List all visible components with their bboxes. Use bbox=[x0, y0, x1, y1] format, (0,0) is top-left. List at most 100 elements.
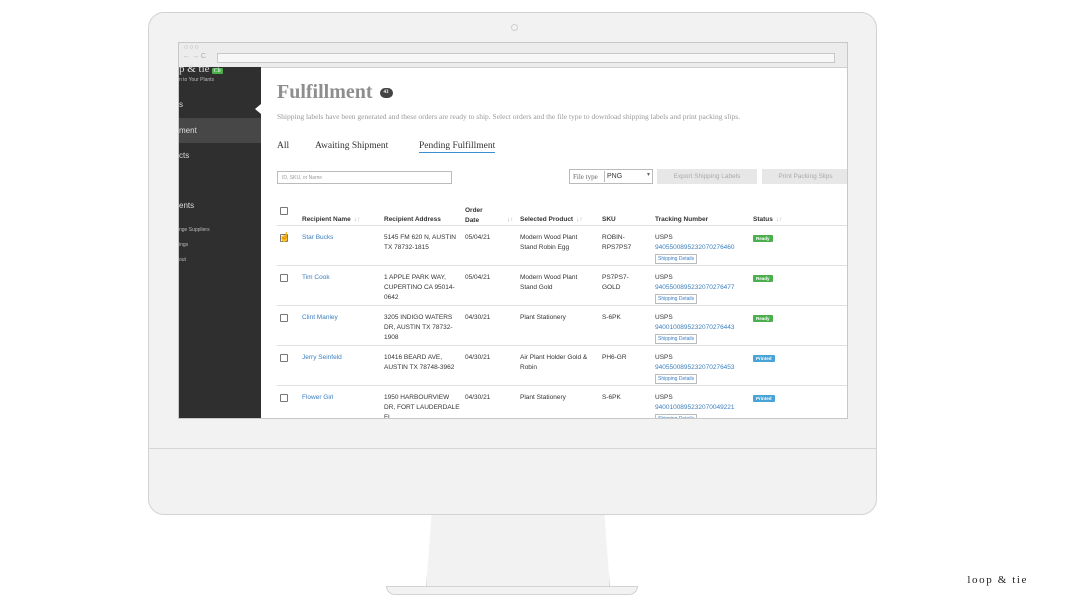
select-all-checkbox[interactable] bbox=[280, 207, 288, 215]
brand-wordmark: loop & tie bbox=[967, 574, 1028, 586]
sort-icon[interactable]: ↓↑ bbox=[576, 216, 583, 223]
sidebar-item-fulfillment[interactable]: ment bbox=[179, 118, 261, 143]
header-status[interactable]: Status ↓↑ bbox=[753, 216, 782, 223]
carrier: USPS bbox=[655, 354, 673, 361]
sku: PH6-GR bbox=[602, 354, 627, 361]
carrier: USPS bbox=[655, 234, 673, 241]
row-checkbox[interactable] bbox=[280, 314, 288, 322]
order-date: 05/04/21 bbox=[465, 274, 491, 281]
table-row[interactable]: Clint Manley 3205 INDIGO WATERS DR, AUST… bbox=[277, 305, 847, 346]
header-recipient-name[interactable]: Recipient Name ↓↑ bbox=[302, 216, 360, 223]
main-content: Fulfillment 43 Shipping labels have been… bbox=[277, 67, 847, 418]
recipient-name-link[interactable]: Star Bucks bbox=[302, 233, 333, 243]
print-packing-slips-button[interactable]: Print Packing Slips bbox=[762, 169, 847, 184]
recipient-address: 1 APPLE PARK WAY, CUPERTINO CA 95014-064… bbox=[384, 274, 455, 301]
browser-chrome: ○○○ ← → C bbox=[179, 43, 847, 68]
recipient-name-link[interactable]: Jerry Seinfeld bbox=[302, 353, 342, 363]
app-tagline: n to Your Plants bbox=[179, 77, 215, 83]
table-row[interactable]: Flower Girl 1950 HARBOURVIEW DR, FORT LA… bbox=[277, 385, 847, 419]
tracking-number-link[interactable]: 9400100895232070276443 bbox=[655, 323, 735, 333]
sidebar-sub-settings[interactable]: ings bbox=[179, 242, 188, 248]
recipient-name-link[interactable]: Flower Girl bbox=[302, 393, 333, 403]
table-row[interactable]: Tim Cook 1 APPLE PARK WAY, CUPERTINO CA … bbox=[277, 265, 847, 306]
shipping-details-button[interactable]: Shipping Details bbox=[655, 374, 698, 384]
sku: PS7PS7-GOLD bbox=[602, 274, 629, 291]
sidebar-item-1[interactable]: s bbox=[179, 100, 183, 109]
tracking-cell: USPS 9400100895232070276443 Shipping Det… bbox=[655, 313, 735, 344]
recipient-address: 5145 FM 620 N, AUSTIN TX 78732-1815 bbox=[384, 234, 456, 251]
header-selected-product[interactable]: Selected Product ↓↑ bbox=[520, 216, 583, 223]
recipient-address: 3205 INDIGO WATERS DR, AUSTIN TX 78732-1… bbox=[384, 314, 453, 341]
recipient-address: 10416 BEARD AVE, AUSTIN TX 78748-3962 bbox=[384, 354, 455, 371]
chevron-down-icon[interactable]: ▾ bbox=[647, 171, 650, 178]
order-date: 04/30/21 bbox=[465, 354, 491, 361]
search-input[interactable]: ID, SKU, or Name bbox=[277, 171, 452, 184]
sidebar: p & tie Cb n to Your Plants s ment cts en… bbox=[179, 63, 261, 418]
shipping-details-button[interactable]: Shipping Details bbox=[655, 254, 698, 264]
tracking-number-link[interactable]: 9400100895232070049221 bbox=[655, 403, 735, 413]
tracking-cell: USPS 9405500895232070276460 Shipping Det… bbox=[655, 233, 735, 264]
url-bar[interactable] bbox=[217, 53, 835, 63]
shipping-details-button[interactable]: Shipping Details bbox=[655, 414, 698, 418]
header-recipient-address: Recipient Address bbox=[384, 216, 441, 223]
tracking-number-link[interactable]: 9405500895232070276453 bbox=[655, 363, 735, 373]
header-tracking-number: Tracking Number bbox=[655, 216, 709, 223]
sku: ROBIN-RPS7PS7 bbox=[602, 234, 632, 251]
recipient-name-link[interactable]: Clint Manley bbox=[302, 313, 338, 323]
sort-icon[interactable]: ↓↑ bbox=[354, 216, 361, 223]
monitor-stand bbox=[426, 515, 610, 588]
carrier: USPS bbox=[655, 394, 673, 401]
sidebar-item-payments[interactable]: ents bbox=[179, 201, 194, 210]
monitor-base bbox=[386, 586, 638, 595]
recipient-name-link[interactable]: Tim Cook bbox=[302, 273, 330, 283]
status-badge: Ready bbox=[753, 315, 773, 322]
tracking-number-link[interactable]: 9405500895232070276477 bbox=[655, 283, 735, 293]
nav-arrows-icon[interactable]: ← → C bbox=[183, 53, 206, 60]
status-badge: Ready bbox=[753, 275, 773, 282]
tracking-cell: USPS 9400100895232070049221 Shipping Det… bbox=[655, 393, 735, 418]
tracking-cell: USPS 9405500895232070276453 Shipping Det… bbox=[655, 353, 735, 384]
sidebar-item-products[interactable]: cts bbox=[179, 151, 189, 160]
sidebar-sub-suppliers[interactable]: nge Suppliers bbox=[179, 227, 210, 233]
selected-product: Plant Stationery bbox=[520, 314, 566, 321]
tracking-number-link[interactable]: 9405500895232070276460 bbox=[655, 243, 735, 253]
active-indicator-icon bbox=[255, 104, 261, 114]
status-badge: Printed bbox=[753, 395, 775, 402]
header-sku: SKU bbox=[602, 216, 616, 223]
status-badge: Printed bbox=[753, 355, 775, 362]
page-title: Fulfillment 43 bbox=[277, 81, 393, 104]
selected-product: Modern Wood Plant Stand Gold bbox=[520, 274, 578, 291]
screen: ○○○ ← → C p & tie Cb n to Your Plants s m… bbox=[178, 42, 848, 419]
status-badge: Ready bbox=[753, 235, 773, 242]
sort-icon[interactable]: ↓↑ bbox=[776, 216, 783, 223]
sku: S-6PK bbox=[602, 394, 621, 401]
row-checkbox[interactable] bbox=[280, 394, 288, 402]
sidebar-sub-logout[interactable]: out bbox=[179, 257, 186, 263]
cursor-hand-icon: ☝ bbox=[279, 232, 291, 242]
monitor-chin-divider bbox=[149, 448, 876, 449]
row-checkbox[interactable] bbox=[280, 274, 288, 282]
selected-product: Air Plant Holder Gold & Robin bbox=[520, 354, 588, 371]
tab-all[interactable]: All bbox=[277, 141, 289, 151]
shipping-details-button[interactable]: Shipping Details bbox=[655, 294, 698, 304]
selected-product: Plant Stationery bbox=[520, 394, 566, 401]
row-checkbox[interactable] bbox=[280, 354, 288, 362]
order-date: 05/04/21 bbox=[465, 234, 491, 241]
window-controls-icon[interactable]: ○○○ bbox=[184, 44, 200, 51]
recipient-address: 1950 HARBOURVIEW DR, FORT LAUDERDALE FL bbox=[384, 394, 460, 419]
export-shipping-labels-button[interactable]: Export Shipping Labels bbox=[657, 169, 757, 184]
order-date: 04/30/21 bbox=[465, 314, 491, 321]
file-type-select[interactable]: File type PNG ▾ bbox=[569, 169, 653, 184]
carrier: USPS bbox=[655, 274, 673, 281]
tab-awaiting-shipment[interactable]: Awaiting Shipment bbox=[315, 141, 388, 151]
tab-pending-fulfillment[interactable]: Pending Fulfillment bbox=[419, 141, 496, 153]
shipping-details-button[interactable]: Shipping Details bbox=[655, 334, 698, 344]
order-count-badge: 43 bbox=[379, 88, 393, 99]
header-order-date[interactable]: Order Date bbox=[465, 206, 491, 226]
table-row[interactable]: ☝ Star Bucks 5145 FM 620 N, AUSTIN TX 78… bbox=[277, 225, 847, 266]
sort-desc-icon[interactable]: ↓↑ bbox=[507, 216, 514, 223]
sku: S-6PK bbox=[602, 314, 621, 321]
app-logo[interactable]: p & tie Cb bbox=[179, 63, 223, 75]
table-row[interactable]: Jerry Seinfeld 10416 BEARD AVE, AUSTIN T… bbox=[277, 345, 847, 386]
camera-icon bbox=[511, 24, 518, 31]
